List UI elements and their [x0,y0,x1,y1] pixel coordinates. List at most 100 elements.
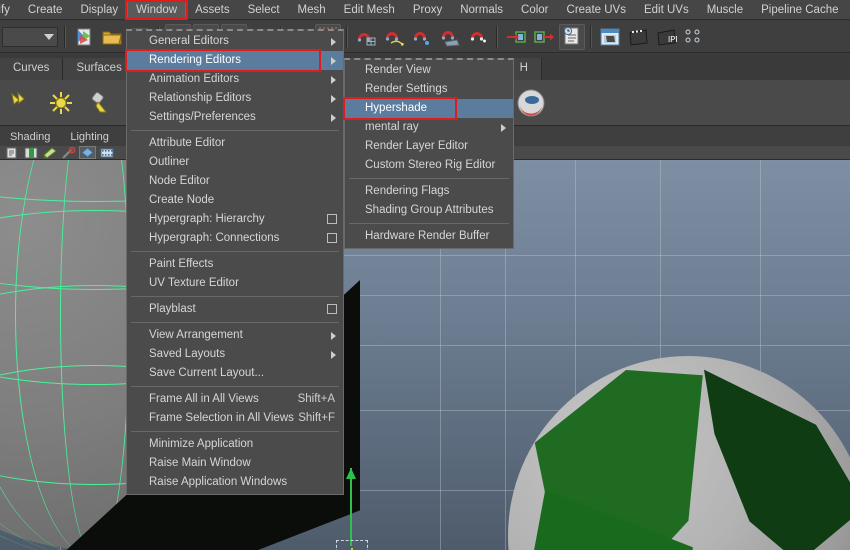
open-scene-icon[interactable] [99,24,125,50]
window-menu-dropdown[interactable]: General Editors Rendering Editors Animatio… [126,29,344,495]
menu-item-create-node[interactable]: Create Node [127,191,343,210]
panel-attributes-icon[interactable] [3,146,20,159]
toolbar-divider [496,25,498,48]
menu-color[interactable]: Color [512,1,557,19]
menu-item-attribute-editor[interactable]: Attribute Editor [127,134,343,153]
panel-film-icon[interactable] [98,146,115,159]
snap-to-grid-icon[interactable] [353,24,379,50]
panel-menu-shading[interactable]: Shading [0,131,60,143]
menu-item-saved-layouts[interactable]: Saved Layouts [127,345,343,364]
maya-application-window: www.cgmol.com difyCreateDisplayWindowAss… [0,0,850,550]
menu-item-node-editor[interactable]: Node Editor [127,172,343,191]
chevron-right-icon [331,76,336,84]
submenu-item-label: Render View [365,64,431,76]
snap-to-curve-icon[interactable] [381,24,407,50]
menu-item-minimize-application[interactable]: Minimize Application [127,435,343,454]
menu-item-relationship-editors[interactable]: Relationship Editors [127,89,343,108]
menu-proxy[interactable]: Proxy [404,1,451,19]
rendering-editors-submenu[interactable]: Render View Render Settings Hypershade ment… [344,58,514,249]
submenu-item-hypershade[interactable]: Hypershade [345,99,513,118]
menu-item-save-current-layout[interactable]: Save Current Layout... [127,364,343,383]
menu-separator [349,178,509,179]
menu-item-label: Frame Selection in All Views [149,412,294,424]
construction-history-in-icon[interactable] [503,24,529,50]
menu-item-settings-preferences[interactable]: Settings/Preferences [127,108,343,127]
option-box-icon[interactable] [327,233,337,243]
menu-select[interactable]: Select [239,1,289,19]
construction-history-toggle-icon[interactable] [559,23,585,50]
menu-item-label: Playblast [149,303,196,315]
menu-item-paint-effects[interactable]: Paint Effects [127,255,343,274]
submenu-item-shading-group-attributes[interactable]: Shading Group Attributes [345,201,513,220]
menu-item-hypergraph-hierarchy[interactable]: Hypergraph: Hierarchy [127,210,343,229]
menu-window[interactable]: Window [127,0,187,19]
menu-item-frame-selection-in-all-views[interactable]: Frame Selection in All Views Shift+F [127,409,343,428]
submenu-item-label: Rendering Flags [365,185,450,197]
ambient-light-icon[interactable] [6,86,40,120]
menu-item-general-editors[interactable]: General Editors [127,32,343,51]
panel-shade-icon[interactable] [79,146,96,159]
option-box-icon[interactable] [327,304,337,314]
menu-item-label: General Editors [149,35,229,47]
shelf-tab-surfaces[interactable]: Surfaces [63,58,136,80]
option-box-icon[interactable] [327,214,337,224]
menu-assets[interactable]: Assets [186,1,239,19]
selection-mode-dropdown[interactable] [2,26,58,47]
shelf-tab-curves[interactable]: Curves [0,58,64,80]
panel-menu-lighting[interactable]: Lighting [60,131,119,143]
menu-item-label: Rendering Editors [149,54,242,66]
menu-create-uvs[interactable]: Create UVs [558,1,635,19]
ipr-render-icon[interactable] [625,24,651,50]
submenu-item-label: Hardware Render Buffer [365,230,490,242]
render-settings-icon[interactable]: IPR [653,24,679,50]
construction-history-out-icon[interactable] [531,24,557,50]
menu-item-frame-all-in-all-views[interactable]: Frame All in All Views Shift+A [127,390,343,409]
panel-paint-icon[interactable] [41,146,58,159]
snap-to-view-plane-icon[interactable] [465,24,491,50]
menu-item-animation-editors[interactable]: Animation Editors [127,70,343,89]
menu-item-label: Raise Application Windows [149,476,288,488]
submenu-item-render-layer-editor[interactable]: Render Layer Editor [345,137,513,156]
menu-item-raise-main-window[interactable]: Raise Main Window [127,454,343,473]
render-globals-icon[interactable] [681,24,707,50]
menu-item-hypergraph-connections[interactable]: Hypergraph: Connections [127,229,343,248]
menu-dify[interactable]: dify [0,1,19,19]
menu-item-uv-texture-editor[interactable]: UV Texture Editor [127,274,343,293]
shader-ball-icon[interactable] [514,86,548,120]
menu-normals[interactable]: Normals [451,1,512,19]
directional-light-icon[interactable] [44,86,78,120]
menu-item-view-arrangement[interactable]: View Arrangement [127,326,343,345]
submenu-item-label: Render Layer Editor [365,140,468,152]
menu-item-outliner[interactable]: Outliner [127,153,343,172]
submenu-item-render-settings[interactable]: Render Settings [345,80,513,99]
panel-book-icon[interactable] [22,146,39,159]
menu-item-playblast[interactable]: Playblast [127,300,343,319]
submenu-item-rendering-flags[interactable]: Rendering Flags [345,182,513,201]
new-scene-icon[interactable] [71,24,97,50]
menu-item-shortcut: Shift+F [298,412,335,424]
menu-mesh[interactable]: Mesh [289,1,335,19]
spot-light-icon[interactable] [82,86,116,120]
snap-to-projected-center-icon[interactable] [437,24,463,50]
snap-to-point-icon[interactable] [409,24,435,50]
menu-edit-mesh[interactable]: Edit Mesh [335,1,404,19]
menu-item-shortcut: Shift+A [297,393,335,405]
submenu-item-custom-stereo-rig-editor[interactable]: Custom Stereo Rig Editor [345,156,513,175]
menu-edit-uvs[interactable]: Edit UVs [635,1,698,19]
menu-display[interactable]: Display [71,1,127,19]
menu-create[interactable]: Create [19,1,72,19]
toolbar-divider [590,25,592,48]
menu-item-rendering-editors[interactable]: Rendering Editors [127,51,343,70]
panel-target-icon[interactable] [60,146,77,159]
submenu-item-mental-ray[interactable]: mental ray [345,118,513,137]
menu-separator [131,431,339,432]
menu-item-label: Frame All in All Views [149,393,259,405]
submenu-item-label: Custom Stereo Rig Editor [365,159,496,171]
menu-muscle[interactable]: Muscle [698,1,752,19]
menu-pipeline-cache[interactable]: Pipeline Cache [752,1,847,19]
svg-text:IPR: IPR [668,35,677,44]
submenu-item-hardware-render-buffer[interactable]: Hardware Render Buffer [345,227,513,246]
render-current-frame-icon[interactable] [597,24,623,50]
menu-item-raise-application-windows[interactable]: Raise Application Windows [127,473,343,492]
submenu-item-render-view[interactable]: Render View [345,61,513,80]
